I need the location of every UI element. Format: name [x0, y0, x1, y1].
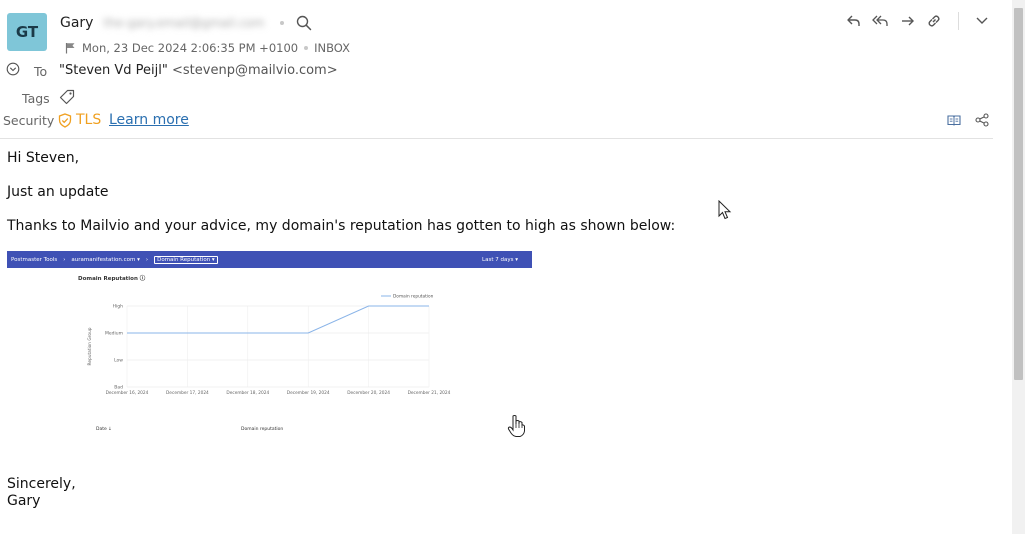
security-label: Security — [3, 113, 55, 128]
chart-x-tick-label: December 21, 2024 — [408, 390, 451, 396]
signoff-name: Gary — [7, 493, 41, 509]
chevron-circle-icon[interactable] — [6, 62, 20, 76]
chart-y-tick-label: Bad — [114, 385, 123, 391]
signoff-line: Sincerely, — [7, 476, 76, 492]
embed-foot-date: Date ↓ — [96, 427, 112, 432]
shield-icon — [58, 112, 72, 128]
email-signoff: Sincerely, Gary — [7, 476, 76, 510]
separator-dot — [280, 21, 285, 25]
message-folder[interactable]: INBOX — [314, 41, 350, 55]
embed-foot-reputation: Domain reputation — [241, 427, 284, 432]
chart-x-tick-label: December 20, 2024 — [347, 390, 390, 396]
chart-x-tick-label: December 19, 2024 — [287, 390, 330, 396]
arrow-cursor-icon — [718, 200, 732, 220]
toolbar-divider — [958, 12, 959, 30]
header-actions — [947, 113, 989, 127]
sender-name[interactable]: Gary — [60, 15, 93, 31]
chart-legend-label: Domain reputation — [393, 294, 434, 300]
tags-label: Tags — [22, 91, 50, 106]
separator-dot — [304, 46, 309, 50]
chart-y-tick-label: Low — [114, 358, 123, 364]
email-greeting: Hi Steven, — [7, 150, 80, 166]
chart-x-tick-label: December 16, 2024 — [106, 390, 149, 396]
scrollbar-thumb[interactable] — [1014, 8, 1023, 380]
reply-icon[interactable] — [846, 14, 862, 28]
reader-view-icon[interactable] — [947, 113, 961, 127]
to-name: "Steven Vd Peijl" — [59, 63, 168, 78]
message-meta: Mon, 23 Dec 2024 2:06:35 PM +0100 INBOX — [65, 40, 350, 56]
chart-series-line — [127, 305, 429, 334]
to-address: <stevenp@mailvio.com> — [172, 63, 338, 78]
embedded-screenshot[interactable]: Postmaster Tools › auramanifestation.com… — [7, 251, 532, 438]
reply-all-icon[interactable] — [872, 14, 890, 28]
search-icon[interactable] — [296, 15, 312, 31]
chart-y-tick-label: High — [113, 304, 123, 310]
message-toolbar — [846, 12, 989, 30]
chart-x-tick-label: December 17, 2024 — [166, 390, 209, 396]
email-line-2: Thanks to Mailvio and your advice, my do… — [7, 218, 676, 234]
email-line-1: Just an update — [7, 184, 109, 200]
reputation-chart: Bad Low Medium High December 16, 2024 Decembe… — [87, 294, 451, 397]
message-date: Mon, 23 Dec 2024 2:06:35 PM +0100 — [82, 41, 299, 55]
tag-icon[interactable] — [59, 89, 75, 105]
link-icon[interactable] — [926, 13, 942, 29]
security-status: TLS — [58, 112, 101, 128]
header-divider — [0, 138, 993, 139]
chart-y-tick-label: Medium — [105, 331, 123, 337]
sender-email-redacted: the-gary.email@gmail.com — [103, 16, 265, 30]
chart-y-axis-label: Reputation Group — [87, 327, 93, 365]
learn-more-link[interactable]: Learn more — [109, 112, 189, 128]
to-label: To — [34, 64, 48, 79]
chevron-down-icon[interactable] — [975, 16, 989, 26]
forward-icon[interactable] — [900, 14, 916, 28]
scrollbar[interactable] — [1012, 0, 1025, 534]
chart-x-tick-label: December 18, 2024 — [226, 390, 269, 396]
sender-row: Gary the-gary.email@gmail.com — [60, 13, 312, 33]
flag-icon[interactable] — [65, 42, 76, 54]
avatar: GT — [7, 13, 47, 51]
share-icon[interactable] — [975, 113, 989, 127]
security-value: TLS — [76, 112, 102, 128]
to-recipient[interactable]: "Steven Vd Peijl" <stevenp@mailvio.com> — [59, 63, 338, 78]
